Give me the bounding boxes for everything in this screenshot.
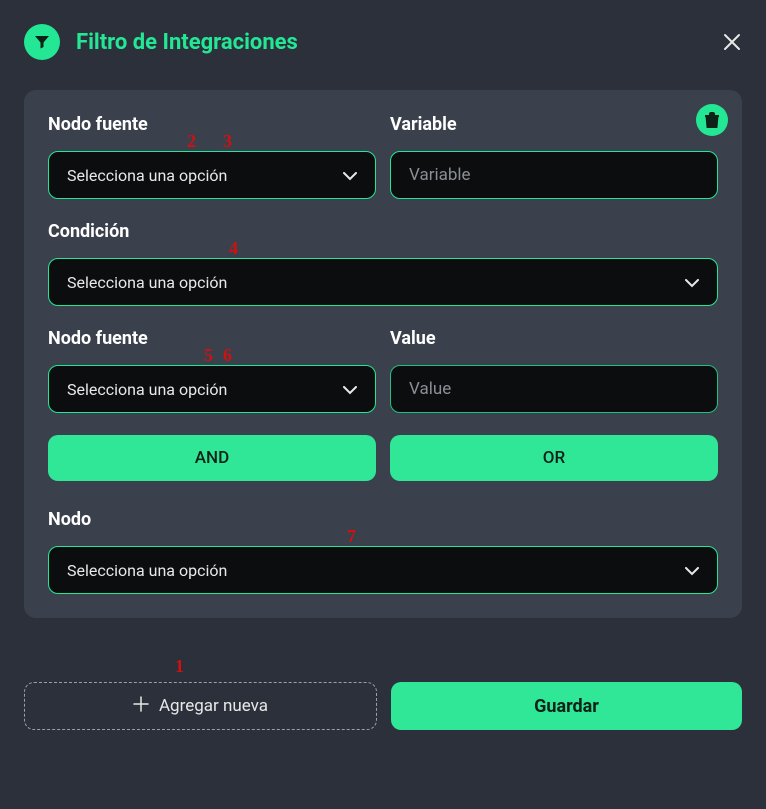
field-source-node-2: Nodo fuente Selecciona una opción 5 — [48, 328, 376, 413]
select-nodo[interactable]: Selecciona una opción — [48, 546, 718, 594]
header-left: Filtro de Integraciones — [24, 24, 298, 60]
placeholder-variable: Variable — [409, 165, 471, 185]
select-condition[interactable]: Selecciona una opción — [48, 258, 718, 306]
select-source-node-1[interactable]: Selecciona una opción — [48, 151, 376, 199]
label-source-node-2: Nodo fuente — [48, 328, 376, 349]
select-source-node-2[interactable]: Selecciona una opción — [48, 365, 376, 413]
input-variable[interactable]: Variable — [390, 151, 718, 199]
chevron-down-icon — [343, 166, 357, 185]
field-variable: Variable Variable 3 — [390, 114, 718, 199]
chevron-down-icon — [685, 561, 699, 580]
label-nodo: Nodo — [48, 509, 718, 530]
select-text: Selecciona una opción — [67, 166, 227, 185]
select-text: Selecciona una opción — [67, 380, 227, 399]
filter-icon — [24, 24, 60, 60]
annotation-1: 1 — [175, 656, 184, 677]
field-value: Value Value 6 — [390, 328, 718, 413]
add-new-button[interactable]: Agregar nueva — [24, 682, 377, 730]
and-button[interactable]: AND — [48, 435, 376, 481]
label-value: Value — [390, 328, 718, 349]
modal-title: Filtro de Integraciones — [76, 30, 298, 55]
add-new-label: Agregar nueva — [159, 696, 268, 716]
label-variable: Variable — [390, 114, 718, 135]
modal-header: Filtro de Integraciones — [24, 24, 742, 60]
save-button[interactable]: Guardar — [391, 682, 742, 730]
field-condition: Condición Selecciona una opción 4 — [48, 221, 718, 306]
input-value[interactable]: Value — [390, 365, 718, 413]
field-source-node-1: Nodo fuente Selecciona una opción 2 — [48, 114, 376, 199]
field-nodo: Nodo Selecciona una opción 7 — [48, 509, 718, 594]
chevron-down-icon — [343, 380, 357, 399]
label-condition: Condición — [48, 221, 718, 242]
or-button[interactable]: OR — [390, 435, 718, 481]
select-text: Selecciona una opción — [67, 273, 227, 292]
close-button[interactable] — [722, 32, 742, 52]
plus-icon — [133, 696, 149, 717]
select-text: Selecciona una opción — [67, 561, 227, 580]
filter-card: Nodo fuente Selecciona una opción 2 Vari… — [24, 90, 742, 618]
placeholder-value: Value — [409, 379, 451, 399]
chevron-down-icon — [685, 273, 699, 292]
label-source-node-1: Nodo fuente — [48, 114, 376, 135]
